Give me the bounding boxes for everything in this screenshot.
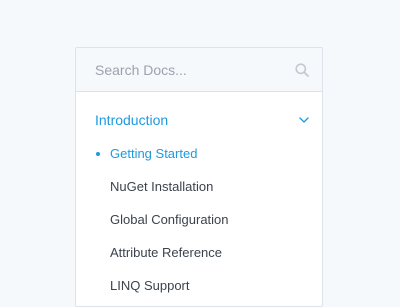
- section-header-introduction[interactable]: Introduction: [95, 110, 311, 130]
- nav-item-attribute-reference[interactable]: Attribute Reference: [76, 243, 322, 276]
- search-icon[interactable]: [295, 63, 309, 77]
- nav-item-label: NuGet Installation: [110, 179, 214, 194]
- active-indicator-dot: [96, 152, 100, 156]
- nav-item-global-configuration[interactable]: Global Configuration: [76, 210, 322, 243]
- nav-item-linq-support[interactable]: LINQ Support: [76, 276, 322, 306]
- nav-item-getting-started[interactable]: Getting Started: [76, 144, 322, 177]
- nav-item-label: LINQ Support: [110, 278, 190, 293]
- nav-item-label: Attribute Reference: [110, 245, 223, 260]
- chevron-down-icon[interactable]: [299, 117, 309, 123]
- docs-sidebar-panel: Introduction Getting Started NuGet Insta…: [75, 47, 323, 307]
- nav-item-nuget-installation[interactable]: NuGet Installation: [76, 177, 322, 210]
- section-title: Introduction: [95, 112, 169, 128]
- search-bar: [76, 48, 322, 92]
- search-input[interactable]: [76, 48, 286, 91]
- nav-item-label: Getting Started: [110, 146, 198, 161]
- nav-item-label: Global Configuration: [110, 212, 229, 227]
- nav-list: Getting Started NuGet Installation Globa…: [76, 144, 322, 306]
